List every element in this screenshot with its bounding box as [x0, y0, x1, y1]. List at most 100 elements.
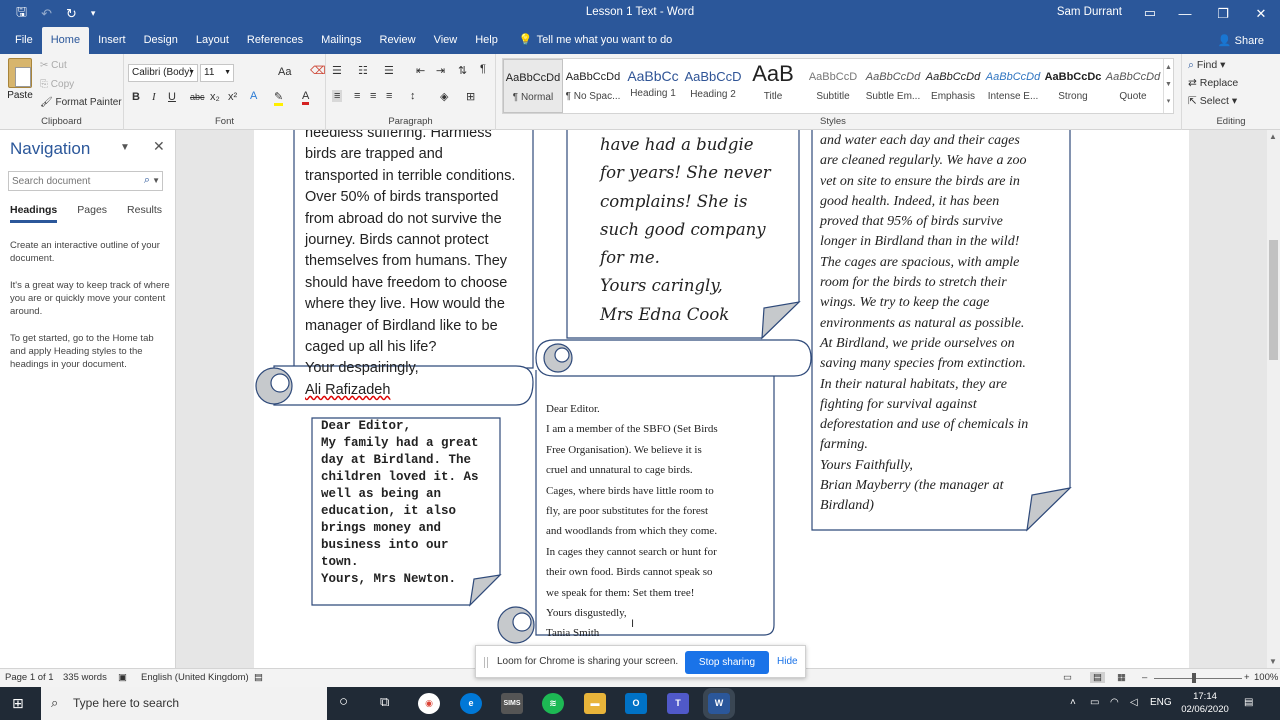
bold-button[interactable]: B [132, 91, 140, 103]
style-subtitle[interactable]: AaBbCcD Subtitle [803, 59, 863, 113]
cut-button[interactable]: ✂ Cut [40, 60, 67, 71]
style-intense-emphasis[interactable]: AaBbCcDd Intense E... [983, 59, 1043, 113]
word-count[interactable]: 335 words [63, 672, 107, 683]
chrome-icon[interactable]: ◉ [418, 693, 440, 714]
grow-font-button[interactable]: Aa [278, 66, 291, 78]
scroll-down-icon[interactable]: ▼ [1269, 657, 1277, 666]
page-count[interactable]: Page 1 of 1 [5, 672, 54, 683]
nav-tab-headings[interactable]: Headings [10, 204, 58, 223]
find-button[interactable]: ⌕ Find ▾ [1188, 59, 1225, 72]
justify-icon[interactable]: ≡ [386, 90, 392, 102]
outlook-icon[interactable]: O [625, 693, 647, 714]
nav-tab-pages[interactable]: Pages [77, 204, 107, 223]
vertical-scrollbar[interactable]: ▲ ▼ [1267, 130, 1280, 668]
align-right-icon[interactable]: ≡ [370, 90, 376, 102]
tab-home[interactable]: Home [41, 27, 90, 54]
tell-me-box[interactable]: 💡 Tell me what you want to do [507, 27, 672, 54]
font-color-button[interactable]: A [302, 90, 310, 105]
save-icon[interactable]: 🖫 [16, 3, 27, 25]
tab-design[interactable]: Design [135, 27, 187, 54]
customize-toolbar-icon[interactable]: ▾ [91, 8, 96, 19]
format-painter-button[interactable]: 🖌 Format Painter [40, 97, 122, 108]
copy-button[interactable]: ⎘ Copy [40, 79, 74, 90]
zoom-level[interactable]: 100% [1254, 672, 1278, 683]
zoom-slider-thumb[interactable] [1192, 673, 1196, 683]
scrollbar-thumb[interactable] [1269, 240, 1278, 360]
clear-formatting-icon[interactable]: ⌫ [310, 64, 326, 77]
redo-icon[interactable]: ↻ [66, 6, 77, 22]
replace-button[interactable]: ⇄ Replace [1188, 77, 1238, 89]
tab-layout[interactable]: Layout [187, 27, 238, 54]
numbering-icon[interactable]: ☷ [358, 64, 368, 77]
strikethrough-button[interactable]: abc [190, 92, 205, 102]
stop-sharing-button[interactable]: Stop sharing [685, 651, 769, 674]
select-button[interactable]: ⇱ Select ▾ [1188, 95, 1237, 107]
document-page[interactable]: needless suffering. Harmless birds are t… [254, 130, 1189, 668]
print-layout-icon[interactable]: ▤ [1090, 672, 1105, 683]
font-name-combo[interactable]: Calibri (Body) ▼ [128, 64, 198, 82]
highlight-icon[interactable]: ✎ [274, 90, 284, 106]
user-name[interactable]: Sam Durrant [1057, 6, 1122, 18]
align-left-icon[interactable]: ≡ [332, 90, 343, 102]
maximize-button[interactable]: ❐ [1204, 0, 1242, 27]
line-spacing-icon[interactable]: ↕ [410, 90, 416, 102]
align-center-icon[interactable]: ≡ [354, 90, 360, 102]
hide-button[interactable]: Hide [777, 656, 798, 667]
tab-help[interactable]: Help [466, 27, 507, 54]
style-quote[interactable]: AaBbCcDd Quote [1103, 59, 1163, 113]
italic-button[interactable]: I [152, 91, 156, 103]
macro-icon[interactable]: ▤ [254, 672, 263, 683]
underline-button[interactable]: U [168, 91, 176, 103]
styles-scroll[interactable]: ▲ ▼ ▾ [1163, 59, 1173, 113]
battery-icon[interactable]: ▭ [1090, 697, 1099, 708]
proofing-icon[interactable]: ▣ [118, 672, 127, 683]
chevron-down-icon[interactable]: ▼ [120, 142, 130, 153]
windows-start-icon[interactable]: ⊞ [12, 695, 24, 712]
shading-icon[interactable]: ◈ [440, 90, 448, 103]
wifi-icon[interactable]: ◠ [1110, 697, 1119, 708]
zoom-out-button[interactable]: – [1142, 672, 1147, 683]
multilevel-list-icon[interactable]: ☰ [384, 64, 394, 77]
notifications-icon[interactable]: ▤ [1244, 697, 1253, 708]
paste-button[interactable]: Paste [6, 58, 34, 101]
close-button[interactable]: ✕ [1242, 0, 1280, 27]
undo-icon[interactable]: ↶ [41, 6, 52, 22]
style-title[interactable]: AaB Title [743, 59, 803, 113]
style-emphasis[interactable]: AaBbCcDd Emphasis [923, 59, 983, 113]
drag-handle-icon[interactable] [484, 657, 488, 668]
nav-tab-results[interactable]: Results [127, 204, 162, 223]
chevron-up-icon[interactable]: ˄ [1070, 697, 1076, 708]
web-layout-icon[interactable]: ▦ [1117, 672, 1126, 683]
superscript-button[interactable]: x² [228, 91, 237, 103]
borders-icon[interactable]: ⊞ [466, 90, 475, 103]
font-size-combo[interactable]: 11 ▼ [200, 64, 234, 82]
share-button[interactable]: 👤 Share [1218, 34, 1264, 47]
task-view-icon[interactable]: ⧉ [380, 694, 389, 710]
zoom-in-button[interactable]: + [1244, 672, 1250, 683]
increase-indent-icon[interactable]: ⇥ [436, 64, 445, 77]
close-icon[interactable]: ✕ [153, 138, 165, 155]
tab-insert[interactable]: Insert [89, 27, 135, 54]
search-input[interactable] [9, 172, 134, 190]
read-mode-icon[interactable]: ▭ [1063, 672, 1072, 683]
tab-mailings[interactable]: Mailings [312, 27, 370, 54]
style-normal[interactable]: AaBbCcDd ¶ Normal [503, 59, 563, 113]
document-area[interactable]: needless suffering. Harmless birds are t… [177, 130, 1267, 668]
taskbar-search[interactable]: ⌕ Type here to search [41, 687, 327, 720]
minimize-button[interactable]: — [1166, 0, 1204, 27]
sims-icon[interactable]: SIMS [501, 693, 523, 714]
zoom-slider[interactable] [1154, 678, 1242, 679]
language-status[interactable]: English (United Kingdom) [141, 672, 249, 683]
style-heading-1[interactable]: AaBbCc Heading 1 [623, 59, 683, 113]
cortana-icon[interactable]: ○ [339, 693, 348, 710]
volume-icon[interactable]: ◁ [1130, 697, 1138, 708]
decrease-indent-icon[interactable]: ⇤ [416, 64, 425, 77]
spotify-icon[interactable]: ≋ [542, 693, 564, 714]
show-formatting-button[interactable]: ¶ [480, 63, 486, 75]
edge-icon[interactable]: e [460, 693, 482, 714]
tab-references[interactable]: References [238, 27, 312, 54]
scroll-up-icon[interactable]: ▲ [1269, 132, 1277, 141]
bullets-icon[interactable]: ☰ [332, 64, 342, 77]
taskbar-clock[interactable]: 17:14 02/06/2020 [1180, 690, 1230, 716]
word-icon[interactable]: W [703, 688, 735, 719]
